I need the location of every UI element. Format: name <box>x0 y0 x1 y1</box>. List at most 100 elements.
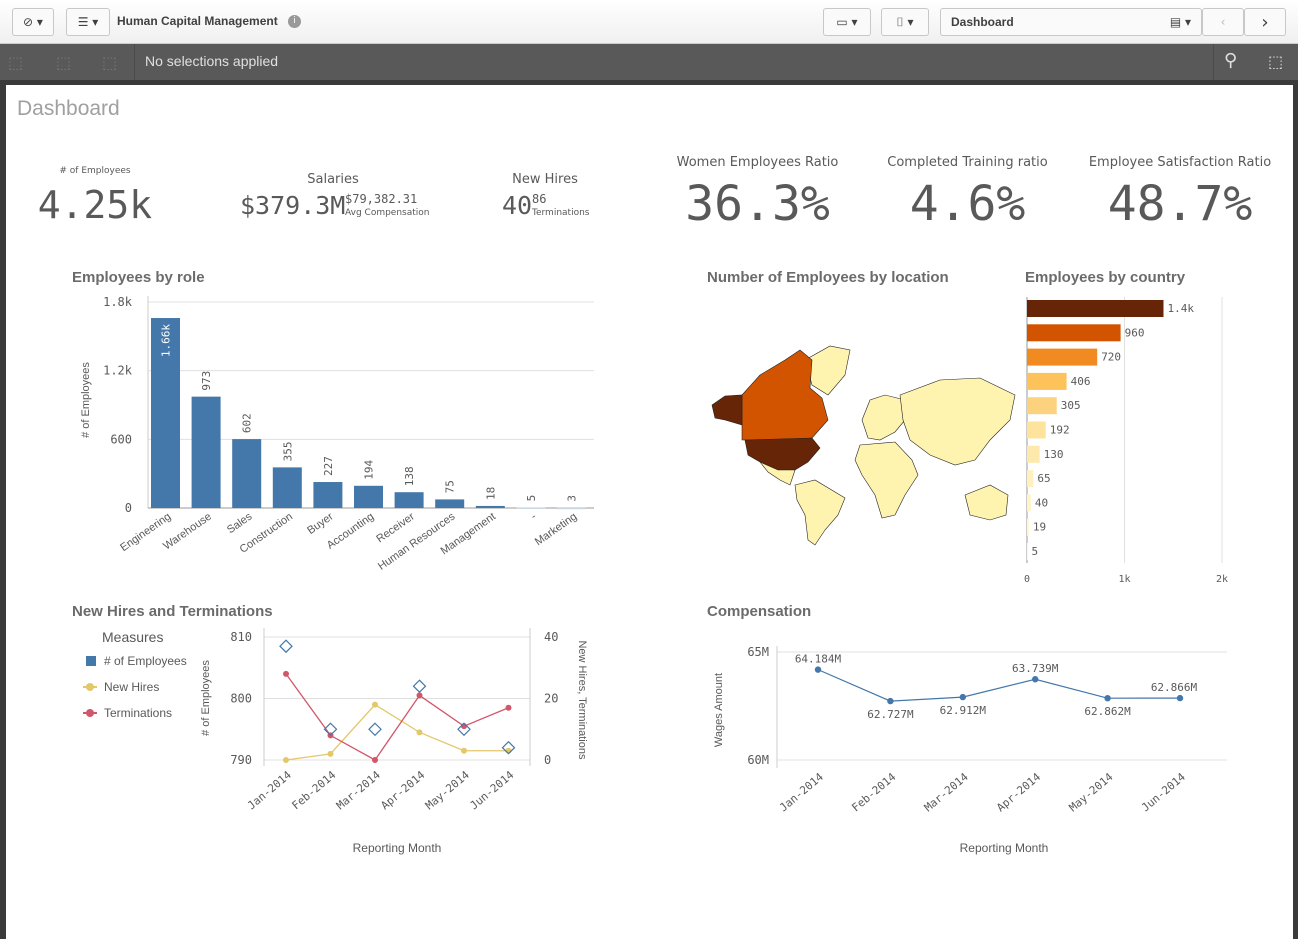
data-point <box>1176 694 1184 702</box>
data-label: 62.912M <box>940 704 987 717</box>
x-tick-label: Buyer <box>305 510 336 537</box>
chart-compensation: 60M 65M Wages Amount 64.184M 62.727M 62.912M 6… <box>713 645 1227 855</box>
bar-value-label: 355 <box>281 441 294 461</box>
bar <box>354 485 383 508</box>
map-region-greenland <box>804 345 851 396</box>
bar <box>1027 300 1164 317</box>
data-label: 63.739M <box>1012 662 1059 675</box>
data-point <box>887 697 894 705</box>
bar-value-label: 3 <box>566 495 579 502</box>
series-line <box>285 703 509 761</box>
bar-value-label: 1.4k <box>1168 302 1195 315</box>
series-line <box>285 673 509 761</box>
map-region-alaska <box>711 394 743 426</box>
bar <box>232 439 262 508</box>
bar-value-label: 602 <box>241 413 254 433</box>
bar <box>1027 397 1057 415</box>
data-point <box>327 750 334 757</box>
bar-value-label: 40 <box>1035 496 1048 509</box>
x-tick-label: 2k <box>1216 574 1228 585</box>
map-region-south-america <box>794 479 846 546</box>
data-point <box>416 729 423 736</box>
x-tick-label: Jun-2014 <box>1139 770 1188 814</box>
y-axis-title: # of Employees <box>80 362 92 438</box>
x-tick-label: May-2014 <box>423 768 472 812</box>
bar <box>475 505 505 508</box>
bar <box>1027 324 1121 342</box>
data-point <box>505 704 512 711</box>
bar-value-label: 305 <box>1061 399 1081 412</box>
bar <box>191 396 221 508</box>
x-tick-label: Mar-2014 <box>922 770 971 814</box>
y-tick-label: 0 <box>125 501 132 515</box>
bar-value-label: 75 <box>444 480 457 493</box>
bar <box>435 499 465 508</box>
data-point <box>1032 676 1039 683</box>
bar-value-label: 138 <box>403 466 416 486</box>
bar-value-label: 194 <box>363 460 376 480</box>
bar-value-label: 5 <box>525 495 538 502</box>
charts: 06001.2k1.8k# of Employees1.66kEngineeri… <box>80 295 1228 855</box>
bar-value-label: 720 <box>1101 351 1121 364</box>
bar <box>1027 421 1046 439</box>
y-tick-label: 790 <box>230 753 252 767</box>
y-tick-label: 1.8k <box>103 295 133 309</box>
bar-value-label: 1.66k <box>160 324 173 357</box>
legend-item[interactable]: New Hires <box>104 680 159 694</box>
y-tick-label: 1.2k <box>103 364 133 378</box>
data-label: 62.727M <box>867 708 914 721</box>
bar <box>394 492 424 508</box>
x-tick-label: Jun-2014 <box>467 768 516 812</box>
bar-value-label: 406 <box>1071 375 1091 388</box>
y-tick-label: 60M <box>747 753 769 767</box>
legend-item[interactable]: Terminations <box>104 706 172 720</box>
x-tick-label: - <box>529 510 539 522</box>
x-tick-label: Mar-2014 <box>334 768 383 812</box>
data-point <box>814 666 822 673</box>
data-label: 62.862M <box>1084 705 1131 718</box>
bar <box>1027 348 1098 366</box>
y-tick-label: 810 <box>230 630 252 644</box>
chart-new-hires-and-terminations: 790 0 800 20 810 40 # of Employees New Hires, T… <box>200 628 588 855</box>
y-right-tick-label: 20 <box>544 692 558 706</box>
bar <box>516 507 546 509</box>
y-right-tick-label: 40 <box>544 630 558 644</box>
legend-swatch-employees <box>86 656 96 666</box>
data-label: 62.866M <box>1151 681 1198 694</box>
bar <box>1027 470 1034 488</box>
series-line <box>817 669 1181 702</box>
x-tick-label: 1k <box>1118 574 1130 585</box>
map-region-europe <box>861 394 906 441</box>
bar-value-label: 960 <box>1125 326 1145 339</box>
data-point <box>959 693 966 701</box>
map-region-asia <box>899 377 1016 466</box>
y-axis-title: Wages Amount <box>713 673 725 747</box>
x-tick-label: Apr-2014 <box>378 768 427 812</box>
chart-employees-by-country: 0 1k 2k 1.4k 960 720 406 305 192 130 65 40 19 5 <box>1024 297 1228 585</box>
legend-swatch-terminations <box>83 709 97 717</box>
bar-value-label: 973 <box>200 371 213 391</box>
bar-value-label: 19 <box>1033 521 1046 534</box>
legend-item[interactable]: # of Employees <box>104 654 187 668</box>
bar <box>1027 445 1040 463</box>
y-right-tick-label: 0 <box>544 753 551 767</box>
data-label: 64.184M <box>795 653 842 666</box>
bar-value-label: 130 <box>1044 448 1064 461</box>
x-tick-label: Jan-2014 <box>777 770 826 814</box>
bar <box>557 507 586 510</box>
data-point <box>1104 694 1111 702</box>
data-point <box>372 757 378 763</box>
bar-value-label: 5 <box>1031 545 1038 558</box>
diamond-point <box>368 722 382 737</box>
diamond-point <box>279 639 293 654</box>
x-tick-label: Marketing <box>533 511 579 549</box>
chart-employees-by-role: 06001.2k1.8k# of Employees1.66kEngineeri… <box>80 295 594 573</box>
y-axis-title: # of Employees <box>200 660 212 736</box>
x-tick-label: Feb-2014 <box>289 768 338 812</box>
bar-value-label: 65 <box>1037 472 1050 485</box>
x-tick-label: May-2014 <box>1067 770 1116 814</box>
legend-title: Measures <box>102 629 164 645</box>
map-region-australia <box>964 484 1009 521</box>
bar <box>313 482 343 508</box>
map-region-usa <box>744 437 821 471</box>
